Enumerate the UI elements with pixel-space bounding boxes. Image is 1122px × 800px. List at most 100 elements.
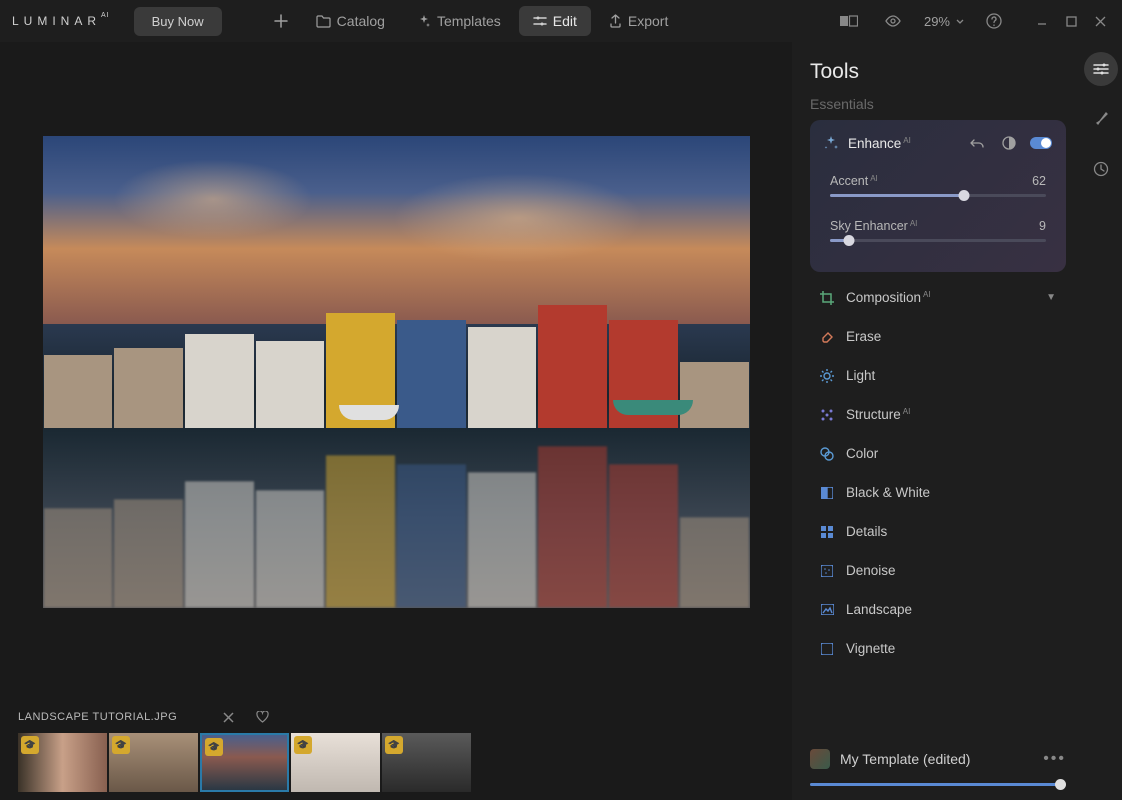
x-icon: [223, 712, 234, 723]
export-tab[interactable]: Export: [595, 6, 682, 36]
heart-icon: [256, 711, 269, 723]
close-icon: [1095, 16, 1106, 27]
badge-icon: 🎓: [205, 738, 223, 756]
enhance-icon: [824, 136, 838, 150]
composition-tool[interactable]: CompositionAI ▼: [810, 278, 1066, 317]
sky-enhancer-value: 9: [1039, 219, 1046, 233]
badge-icon: 🎓: [385, 736, 403, 754]
sliders-icon: [1093, 62, 1109, 76]
details-icon: [820, 525, 834, 539]
accent-slider[interactable]: [830, 194, 1046, 197]
history-panel-button[interactable]: [1084, 152, 1118, 186]
color-icon: [820, 447, 834, 461]
sparkle-icon: [417, 14, 431, 28]
window-controls: [1032, 11, 1110, 31]
sky-slider[interactable]: [830, 239, 1046, 242]
zoom-control[interactable]: 29%: [924, 14, 964, 29]
preview-eye-button[interactable]: [880, 11, 906, 31]
catalog-tab[interactable]: Catalog: [302, 6, 399, 36]
landscape-icon: [820, 603, 834, 617]
buy-now-button[interactable]: Buy Now: [134, 7, 222, 36]
badge-icon: 🎓: [294, 736, 312, 754]
thumbnail[interactable]: 🎓: [200, 733, 289, 792]
app-header: LUMINARAI Buy Now Catalog Templates Edit…: [0, 0, 1122, 42]
eye-icon: [884, 15, 902, 27]
enhance-actions: [966, 132, 1052, 154]
thumbnail[interactable]: 🎓: [109, 733, 198, 792]
close-window-button[interactable]: [1091, 11, 1110, 31]
help-button[interactable]: [982, 9, 1006, 33]
undo-icon: [970, 137, 984, 149]
light-icon: [820, 369, 834, 383]
help-icon: [986, 13, 1002, 29]
chevron-down-icon: ▼: [1046, 292, 1056, 303]
erase-icon: [820, 330, 834, 344]
structure-tool[interactable]: StructureAI: [810, 395, 1066, 434]
compare-split-icon: [840, 15, 858, 27]
denoise-icon: [820, 564, 834, 578]
accent-slider-group: AccentAI 62: [810, 166, 1066, 211]
minimize-window-button[interactable]: [1032, 11, 1052, 31]
bw-tool[interactable]: Black & White: [810, 473, 1066, 512]
vignette-icon: [820, 642, 834, 656]
thumbnail[interactable]: 🎓: [382, 733, 471, 792]
reject-button[interactable]: [219, 707, 238, 727]
folder-icon: [316, 15, 331, 28]
brush-panel-button[interactable]: [1084, 102, 1118, 136]
side-icon-rail: [1080, 42, 1122, 800]
templates-tab[interactable]: Templates: [403, 6, 515, 36]
badge-icon: 🎓: [112, 736, 130, 754]
light-tool[interactable]: Light: [810, 356, 1066, 395]
maximize-window-button[interactable]: [1062, 11, 1081, 31]
tools-panel: Tools Essentials EnhanceAI AccentAI: [792, 42, 1080, 800]
filename-row: LANDSCAPE TUTORIAL.JPG: [18, 701, 774, 733]
template-thumb: [810, 749, 830, 769]
sliders-icon: [533, 15, 547, 27]
vignette-tool[interactable]: Vignette: [810, 629, 1066, 668]
denoise-tool[interactable]: Denoise: [810, 551, 1066, 590]
enhance-label: EnhanceAI: [848, 136, 956, 151]
mask-icon: [1002, 136, 1016, 150]
erase-tool[interactable]: Erase: [810, 317, 1066, 356]
enhance-header[interactable]: EnhanceAI: [810, 120, 1066, 166]
panel-title: Tools: [810, 60, 1066, 84]
accent-label: AccentAI: [830, 174, 878, 188]
bw-icon: [820, 486, 834, 500]
mask-button[interactable]: [998, 132, 1020, 154]
preview-image[interactable]: [43, 136, 750, 608]
edit-tab[interactable]: Edit: [519, 6, 591, 36]
thumbnail[interactable]: 🎓: [18, 733, 107, 792]
history-icon: [1093, 161, 1109, 177]
chevron-down-icon: [956, 19, 964, 24]
compare-split-button[interactable]: [836, 11, 862, 31]
enhance-tool-card: EnhanceAI AccentAI 62: [810, 120, 1066, 272]
plus-icon: [274, 14, 288, 28]
template-intensity-slider[interactable]: [810, 783, 1066, 786]
accent-value: 62: [1032, 174, 1046, 188]
undo-button[interactable]: [966, 133, 988, 153]
app-logo: LUMINARAI: [12, 14, 110, 28]
crop-icon: [820, 291, 834, 305]
preview-wrap: [0, 42, 792, 701]
export-icon: [609, 14, 622, 28]
filmstrip: LANDSCAPE TUTORIAL.JPG 🎓 🎓 🎓 🎓 🎓: [0, 701, 792, 800]
thumbnail[interactable]: 🎓: [291, 733, 380, 792]
structure-icon: [820, 408, 834, 422]
landscape-tool[interactable]: Landscape: [810, 590, 1066, 629]
sky-slider-group: Sky EnhancerAI 9: [810, 211, 1066, 256]
favorite-button[interactable]: [252, 707, 273, 727]
details-tool[interactable]: Details: [810, 512, 1066, 551]
template-name: My Template (edited): [840, 751, 1033, 767]
adjustments-panel-button[interactable]: [1084, 52, 1118, 86]
essentials-label: Essentials: [810, 96, 1066, 112]
maximize-icon: [1066, 16, 1077, 27]
template-more-button[interactable]: •••: [1043, 750, 1066, 768]
canvas-area: LANDSCAPE TUTORIAL.JPG 🎓 🎓 🎓 🎓 🎓: [0, 42, 792, 800]
brush-icon: [1093, 111, 1109, 127]
minimize-icon: [1036, 15, 1048, 27]
current-filename: LANDSCAPE TUTORIAL.JPG: [18, 711, 177, 723]
header-right-controls: 29%: [836, 9, 1110, 33]
color-tool[interactable]: Color: [810, 434, 1066, 473]
add-button[interactable]: [264, 7, 298, 35]
enhance-toggle[interactable]: [1030, 137, 1052, 149]
